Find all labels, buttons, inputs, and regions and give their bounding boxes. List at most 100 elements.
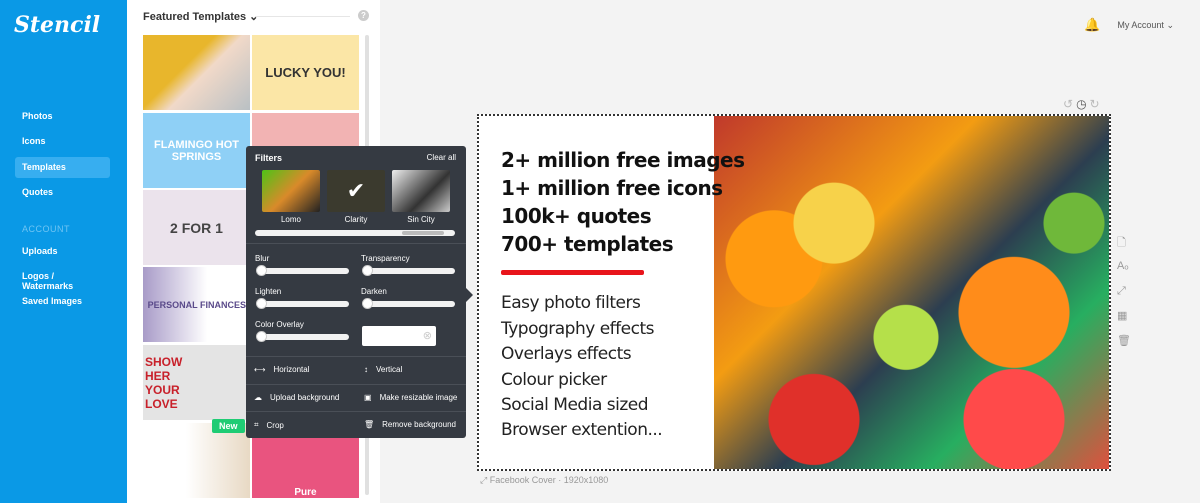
darken-label: Darken [361, 287, 387, 296]
filters-popup: Filters Clear all ✔ Lomo Clarity Sin Cit… [246, 146, 473, 438]
panel-title[interactable]: Featured Templates ⌄ [143, 10, 258, 23]
fruit-image [714, 116, 1109, 469]
feature-line[interactable]: Colour picker [501, 370, 607, 390]
make-resizable-button[interactable]: ▣ Make resizable image [364, 393, 457, 402]
action-label: Crop [266, 420, 284, 430]
resize-icon[interactable]: ⤢ [1117, 285, 1126, 298]
template-thumb[interactable] [143, 423, 250, 498]
sidebar-section-account: ACCOUNT [22, 224, 70, 234]
logo[interactable]: Stencil [14, 12, 100, 38]
divider [255, 16, 350, 17]
sidebar: Stencil Photos Icons Templates Quotes AC… [0, 0, 127, 503]
feature-line[interactable]: Typography effects [501, 319, 654, 339]
divider [246, 243, 466, 244]
trash-icon: 🗑 [364, 420, 375, 429]
horizontal-arrows-icon: ⟷ [254, 365, 266, 374]
flip-horizontal-button[interactable]: ⟷ Horizontal [254, 365, 309, 374]
template-text: FLAMINGO HOT SPRINGS [154, 138, 239, 163]
history-icon[interactable]: ◷ [1076, 97, 1089, 111]
image-icon: ▣ [364, 393, 372, 402]
sidebar-item-quotes[interactable]: Quotes [15, 182, 110, 203]
sidebar-item-uploads[interactable]: Uploads [15, 241, 110, 262]
slider-knob[interactable] [362, 298, 373, 309]
account-label: My Account [1117, 20, 1164, 30]
slider-knob[interactable] [256, 298, 267, 309]
slider-knob[interactable] [256, 331, 267, 342]
bell-icon[interactable]: 🔔 [1084, 17, 1100, 33]
design-canvas[interactable]: 2+ million free images 1+ million free i… [477, 114, 1111, 471]
text-icon[interactable]: Aₒ [1117, 260, 1129, 272]
template-text: 2 FOR 1 [170, 219, 223, 236]
filter-label: Clarity [344, 215, 368, 224]
caption-text: Facebook Cover · 1920x1080 [489, 475, 609, 485]
sidebar-item-icons[interactable]: Icons [15, 131, 110, 152]
accent-bar[interactable] [501, 270, 644, 275]
redo-icon[interactable]: ↻ [1090, 97, 1103, 111]
filter-clarity[interactable]: ✔ [327, 170, 385, 212]
divider [246, 411, 466, 412]
template-thumb[interactable]: LUCKY YOU! [252, 35, 359, 110]
headline[interactable]: 1+ million free icons [501, 176, 723, 200]
filters-scrollbar[interactable] [255, 230, 455, 236]
new-badge: New [212, 419, 245, 433]
page-icon[interactable]: 🗋 [1117, 234, 1126, 253]
template-thumb[interactable]: PERSONAL FINANCES [143, 267, 250, 342]
flip-vertical-button[interactable]: ↕ Vertical [364, 365, 402, 374]
slider-knob[interactable] [256, 265, 267, 276]
lighten-label: Lighten [255, 287, 282, 296]
help-icon[interactable]: ? [358, 10, 369, 21]
sidebar-item-logos[interactable]: Logos / Watermarks [15, 266, 110, 291]
crop-button[interactable]: ⌗ Crop [254, 420, 284, 430]
feature-line[interactable]: Overlays effects [501, 344, 632, 364]
upload-background-button[interactable]: ☁ Upload background [254, 393, 339, 402]
headline[interactable]: 700+ templates [501, 232, 674, 256]
panel-title-text: Featured Templates [143, 11, 247, 23]
clear-all-button[interactable]: Clear all [427, 153, 456, 162]
action-label: Upload background [270, 393, 340, 402]
checkmark-icon: ✔ [346, 178, 366, 203]
chevron-down-icon: ⌄ [1166, 20, 1174, 30]
remove-background-button[interactable]: 🗑 Remove background [364, 420, 456, 429]
history-controls: ↺◷↻ [1063, 97, 1103, 111]
my-account-menu[interactable]: My Account ⌄ [1117, 20, 1174, 31]
cloud-upload-icon: ☁ [254, 393, 262, 402]
darken-slider[interactable] [362, 298, 455, 309]
grid-icon[interactable]: ▦ [1117, 309, 1127, 322]
template-thumb[interactable]: FLAMINGO HOT SPRINGS [143, 113, 250, 188]
color-picker-input[interactable]: ⊗ [362, 326, 436, 346]
filter-lomo[interactable] [262, 170, 320, 212]
sidebar-item-saved-images[interactable]: Saved Images [15, 291, 110, 312]
slider-knob[interactable] [362, 265, 373, 276]
filters-title: Filters [255, 153, 283, 163]
template-text: LUCKY YOU! [265, 65, 346, 80]
sidebar-item-templates[interactable]: Templates [15, 157, 110, 178]
headline[interactable]: 100k+ quotes [501, 204, 652, 228]
canvas-size-caption[interactable]: ⤢ Facebook Cover · 1920x1080 [480, 475, 608, 486]
clear-color-icon[interactable]: ⊗ [423, 329, 432, 342]
chevron-down-icon: ⌄ [249, 11, 259, 23]
template-text: SHOW HER YOUR LOVE [145, 354, 183, 411]
resize-icon: ⤢ [480, 475, 488, 485]
action-label: Remove background [382, 420, 456, 429]
template-thumb[interactable]: SHOW HER YOUR LOVE [143, 345, 250, 420]
feature-line[interactable]: Easy photo filters [501, 293, 641, 313]
action-label: Vertical [376, 365, 403, 374]
sidebar-item-photos[interactable]: Photos [15, 106, 110, 127]
trash-icon[interactable]: 🗑 [1117, 334, 1131, 347]
headline[interactable]: 2+ million free images [501, 148, 745, 172]
template-thumb[interactable]: 2 FOR 1 [143, 190, 250, 265]
lighten-slider[interactable] [256, 298, 349, 309]
blur-slider[interactable] [256, 265, 349, 276]
template-text: Pure [294, 487, 317, 498]
divider [246, 384, 466, 385]
color-overlay-label: Color Overlay [255, 320, 304, 329]
filter-label: Sin City [407, 215, 435, 224]
action-label: Horizontal [273, 365, 310, 374]
color-overlay-slider[interactable] [256, 331, 349, 342]
template-thumb[interactable] [143, 35, 250, 110]
feature-line[interactable]: Social Media sized [501, 395, 649, 415]
feature-line[interactable]: Browser extention... [501, 420, 663, 440]
filter-sin-city[interactable] [392, 170, 450, 212]
undo-icon[interactable]: ↺ [1063, 97, 1076, 111]
transparency-slider[interactable] [362, 265, 455, 276]
